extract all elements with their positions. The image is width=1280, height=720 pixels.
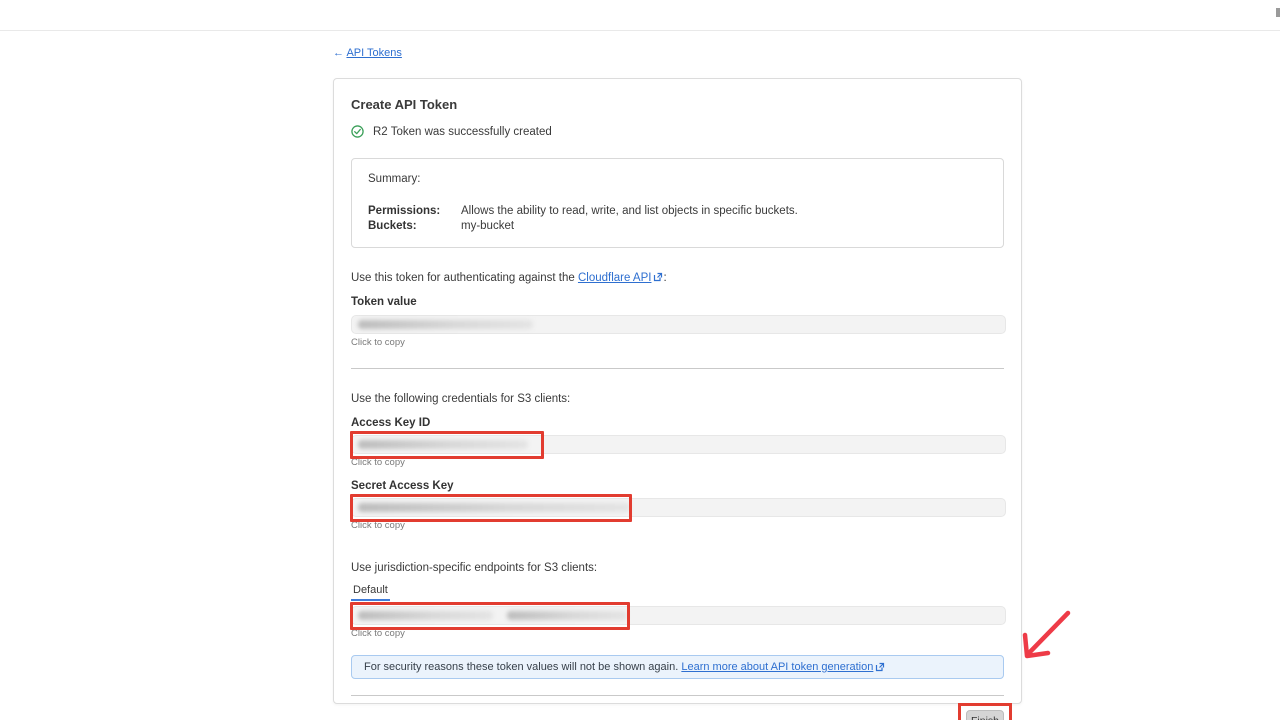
- summary-heading: Summary:: [368, 173, 987, 185]
- access-key-id-label: Access Key ID: [351, 417, 1004, 429]
- secret-access-key-field[interactable]: [351, 498, 1006, 517]
- external-link-icon: [875, 662, 885, 672]
- token-value-field-wrap: [351, 315, 1004, 334]
- summary-permissions-label: Permissions:: [368, 205, 461, 217]
- success-check-icon: [351, 125, 364, 138]
- secret-key-copy-hint: Click to copy: [351, 520, 1004, 531]
- section-divider: [351, 368, 1004, 369]
- jurisdiction-section-intro: Use jurisdiction-specific endpoints for …: [351, 562, 1004, 574]
- endpoint-blob-gap: [493, 611, 507, 620]
- create-api-token-card: Create API Token R2 Token was successful…: [333, 78, 1022, 704]
- redacted-endpoint-part1: [358, 611, 493, 620]
- token-value-label: Token value: [351, 296, 1004, 308]
- security-warning-text: For security reasons these token values …: [364, 661, 678, 673]
- external-link-icon: [653, 272, 663, 282]
- back-link-label: API Tokens: [346, 47, 401, 59]
- access-key-copy-hint: Click to copy: [351, 457, 1004, 468]
- summary-rows: Permissions: Allows the ability to read,…: [368, 205, 987, 232]
- secret-key-field-wrap: [351, 498, 1004, 517]
- access-key-id-field[interactable]: [351, 435, 1006, 454]
- summary-box: Summary: Permissions: Allows the ability…: [351, 158, 1004, 248]
- top-header-bar: [0, 0, 1280, 31]
- success-message-row: R2 Token was successfully created: [351, 125, 1004, 138]
- top-right-ui-fragment: [1276, 8, 1280, 17]
- redacted-secret-key: [358, 503, 630, 512]
- footer-divider: [351, 695, 1004, 696]
- learn-more-link[interactable]: Learn more about API token generation: [681, 661, 873, 673]
- secret-access-key-label: Secret Access Key: [351, 480, 1004, 492]
- summary-permissions-value: Allows the ability to read, write, and l…: [461, 205, 987, 217]
- token-intro-suffix: :: [663, 272, 666, 284]
- summary-buckets-value: my-bucket: [461, 220, 987, 232]
- annotation-arrow: [1014, 603, 1078, 665]
- security-warning-banner: For security reasons these token values …: [351, 655, 1004, 679]
- access-key-field-wrap: [351, 435, 1004, 454]
- finish-button-wrap: Finish: [966, 710, 1004, 720]
- endpoint-field-wrap: [351, 606, 1004, 625]
- cloudflare-api-link[interactable]: Cloudflare API: [578, 272, 652, 284]
- redacted-token-value: [358, 320, 533, 329]
- finish-button[interactable]: Finish: [966, 710, 1004, 720]
- redacted-access-key: [358, 440, 528, 449]
- token-section-intro: Use this token for authenticating agains…: [351, 272, 1004, 284]
- tab-default[interactable]: Default: [351, 584, 390, 601]
- back-to-api-tokens-link[interactable]: ← API Tokens: [333, 47, 402, 59]
- redacted-endpoint-part2: [507, 611, 627, 620]
- success-message-text: R2 Token was successfully created: [373, 126, 552, 138]
- endpoint-copy-hint: Click to copy: [351, 628, 1004, 639]
- s3-endpoint-field[interactable]: [351, 606, 1006, 625]
- summary-buckets-label: Buckets:: [368, 220, 461, 232]
- s3-section-intro: Use the following credentials for S3 cli…: [351, 393, 1004, 405]
- token-copy-hint: Click to copy: [351, 337, 1004, 348]
- token-intro-prefix: Use this token for authenticating agains…: [351, 272, 578, 284]
- footer-actions: Finish: [351, 710, 1004, 720]
- page-title: Create API Token: [351, 97, 1004, 112]
- back-arrow-icon: ←: [333, 47, 344, 59]
- token-value-field[interactable]: [351, 315, 1006, 334]
